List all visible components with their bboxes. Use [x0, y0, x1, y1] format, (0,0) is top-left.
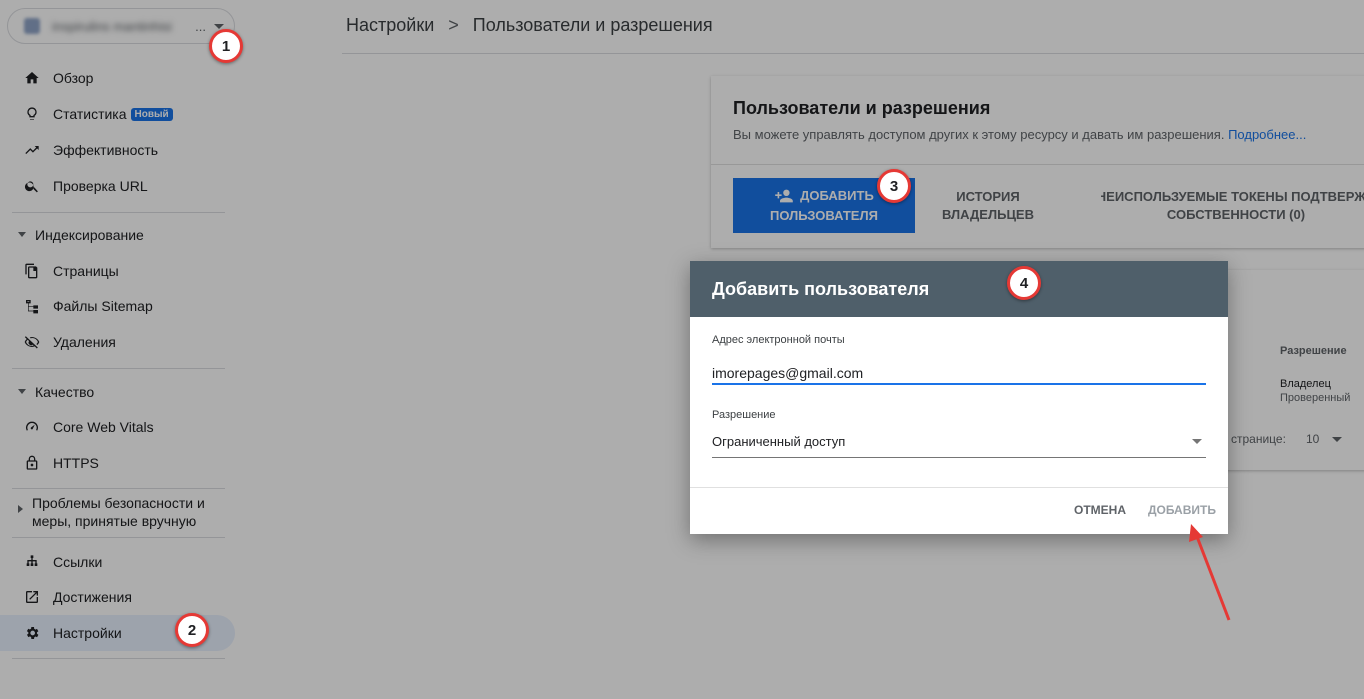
annotation-arrow-icon [1189, 524, 1231, 621]
